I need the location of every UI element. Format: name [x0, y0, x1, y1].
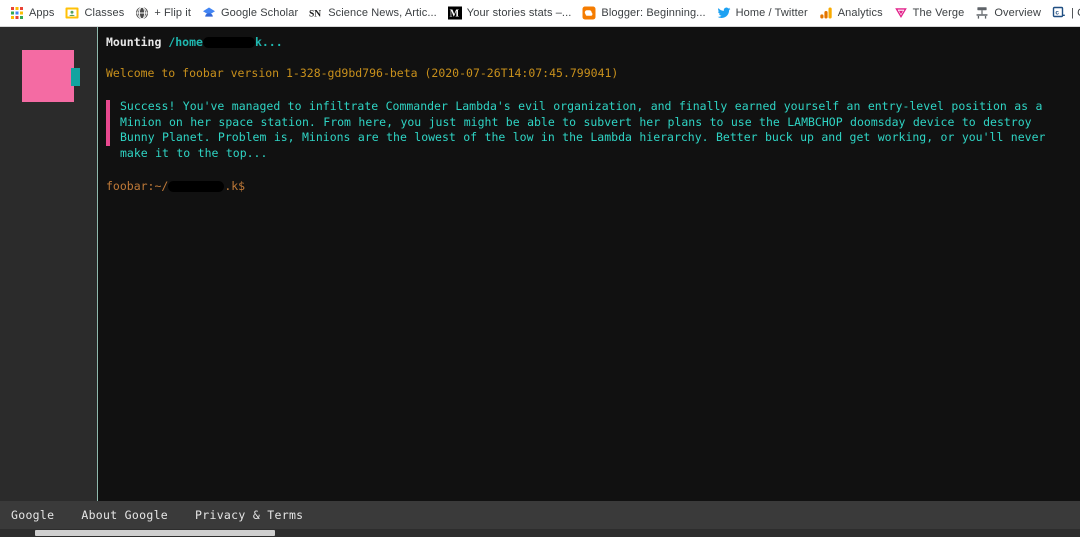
medium-icon: M — [447, 6, 462, 20]
redacted-prompt-user — [168, 181, 225, 192]
bookmark-label: Apps — [29, 6, 55, 19]
bookmark-blogger[interactable]: Blogger: Beginning... — [578, 3, 711, 24]
codecademy-icon: c — [1052, 6, 1066, 20]
foobar-logo-icon — [22, 50, 74, 102]
page-content: Mounting /home k... Welcome to foobar ver… — [0, 27, 1080, 537]
page-footer: Google About Google Privacy & Terms — [0, 501, 1080, 529]
terminal-message-block: Success! You've managed to infiltrate Co… — [106, 99, 1066, 161]
bookmark-label: Science News, Artic... — [328, 6, 437, 19]
bookmark-home-twitter[interactable]: Home / Twitter — [713, 3, 814, 24]
terminal-welcome-line: Welcome to foobar version 1-328-gd9bd796… — [106, 65, 619, 80]
bookmark-science-news[interactable]: SN Science News, Artic... — [305, 3, 443, 24]
message-accent-bar — [106, 100, 110, 146]
prompt-suffix: .k$ — [224, 179, 246, 193]
svg-text:c: c — [1055, 10, 1059, 17]
horizontal-scrollbar[interactable] — [0, 529, 1080, 537]
bookmark-classes[interactable]: Classes — [61, 3, 130, 24]
terminal-console[interactable]: Mounting /home k... Welcome to foobar ver… — [98, 27, 1080, 501]
bookmark-analytics[interactable]: Analytics — [815, 3, 889, 24]
blogger-icon — [582, 6, 596, 20]
apps-grid-icon — [10, 6, 24, 20]
bookmark-label: + Flip it — [154, 6, 191, 19]
prompt-prefix: foobar:~/ — [106, 179, 169, 193]
bookmark-overview[interactable]: Overview — [971, 3, 1047, 24]
bookmark-codecademy[interactable]: c | Codecademy — [1048, 3, 1080, 24]
bookmark-label: Home / Twitter — [735, 6, 808, 19]
google-scholar-icon — [202, 6, 216, 20]
bookmark-flip-it[interactable]: + Flip it — [131, 3, 197, 24]
horizontal-scrollbar-thumb[interactable] — [35, 530, 275, 536]
footer-link-about-google[interactable]: About Google — [81, 508, 168, 522]
svg-text:SN: SN — [309, 10, 321, 20]
logo-pane — [0, 27, 97, 501]
bookmark-your-stories-stats[interactable]: M Your stories stats –... — [444, 3, 578, 24]
bookmark-the-verge[interactable]: The Verge — [890, 3, 971, 24]
footer-link-privacy-terms[interactable]: Privacy & Terms — [195, 508, 303, 522]
flipboard-globe-icon — [135, 6, 149, 20]
bookmark-apps[interactable]: Apps — [6, 3, 60, 24]
twitter-bird-icon — [717, 6, 731, 20]
terminal-mount-line: Mounting /home k... — [106, 35, 1070, 51]
browser-page: Apps Classes + Flip it Google Scholar SN… — [0, 0, 1080, 537]
science-news-icon: SN — [309, 6, 323, 20]
bookmark-label: Analytics — [837, 6, 883, 19]
footer-link-google[interactable]: Google — [11, 508, 54, 522]
the-verge-icon — [894, 6, 908, 20]
mount-label: Mounting — [106, 35, 169, 49]
google-analytics-icon — [819, 6, 833, 20]
bookmark-label: Overview — [994, 6, 1041, 19]
bookmark-google-scholar[interactable]: Google Scholar — [198, 3, 304, 24]
bookmark-label: Blogger: Beginning... — [601, 6, 706, 19]
terminal-message-text: Success! You've managed to infiltrate Co… — [120, 99, 1046, 160]
bookmark-label: The Verge — [912, 6, 965, 19]
bookmark-label: Google Scholar — [220, 6, 299, 19]
redacted-username — [202, 37, 255, 48]
bookmark-label: Your stories stats –... — [466, 6, 572, 19]
bookmark-label: | Codecademy — [1071, 6, 1080, 19]
bookmarks-bar: Apps Classes + Flip it Google Scholar SN… — [0, 0, 1080, 27]
mount-path-suffix: k... — [254, 35, 283, 49]
mount-path-prefix: /home — [168, 35, 203, 49]
terminal-prompt-line[interactable]: foobar:~/ .k$ — [106, 179, 1070, 195]
overview-icon — [975, 6, 989, 20]
svg-text:M: M — [449, 9, 459, 20]
bookmark-label: Classes — [84, 6, 125, 19]
google-classroom-icon — [65, 6, 79, 20]
foobar-logo-tab-icon — [71, 68, 80, 86]
